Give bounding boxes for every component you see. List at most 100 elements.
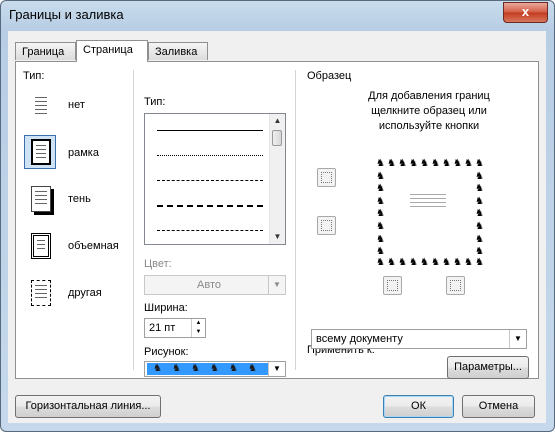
long-dash-line-option[interactable] [157,205,263,207]
border-art-icon: ♞ [376,158,385,169]
line [35,293,47,294]
dash-dot-line-option[interactable] [157,230,263,231]
setting-label: Тип: [23,70,45,82]
art-label: Рисунок: [144,346,189,358]
color-combo[interactable]: Авто ▼ [144,275,286,295]
custom-setting-icon[interactable] [24,276,56,310]
scroll-up-icon[interactable]: ▲ [270,114,285,128]
dashed-line-option[interactable] [157,180,263,181]
art-figure-icon: ♞ [229,363,238,374]
border-art-icon: ♞ [420,257,429,268]
border-art-icon: ♞ [376,221,385,232]
border-art-icon: ♞ [409,257,418,268]
apply-to-value: всему документу [316,333,403,345]
line-style-scrollbar[interactable]: ▲ ▼ [269,114,285,244]
ok-button[interactable]: ОК [383,395,454,418]
left-border-button[interactable] [383,276,402,295]
spin-arrows[interactable]: ▲ ▼ [191,319,205,337]
border-art-icon: ♞ [387,158,396,169]
3d-setting-icon[interactable] [24,229,56,263]
options-button[interactable]: Параметры... [447,356,529,379]
border-art-icon: ♞ [442,257,451,268]
preview-text-block [410,191,446,213]
border-art-icon: ♞ [431,158,440,169]
box-setting-icon[interactable] [24,135,56,169]
line [35,105,47,106]
spin-down-icon[interactable]: ▼ [192,328,205,337]
apply-to-combo[interactable]: всему документу ▼ [311,329,527,349]
border-art-icon: ♞ [475,208,484,220]
border-art-icon: ♞ [376,195,385,207]
border-art-icon: ♞ [475,221,484,232]
style-label: Тип: [144,96,166,108]
line [35,285,47,286]
line [37,248,45,249]
dotted-line-option[interactable] [157,155,263,156]
tab-label: Заливка [155,46,198,58]
width-label: Ширина: [144,302,188,314]
close-button[interactable]: x [503,2,548,23]
dialog-client: Граница Страница Заливка Тип: нет рамка … [8,31,546,423]
tab-border[interactable]: Граница [15,42,76,60]
border-art-icon: ♞ [475,158,484,169]
preview-text-line [410,194,446,195]
line [35,195,47,196]
tab-shading[interactable]: Заливка [148,42,208,60]
border-art-icon: ♞ [376,233,385,245]
setting-3d-label: объемная [68,240,119,252]
close-icon: x [521,4,530,19]
right-border-button[interactable] [446,276,465,295]
solid-line-option[interactable] [157,130,263,131]
options-button-label: Параметры... [454,361,522,373]
line [35,203,47,204]
border-art-icon: ♞ [420,158,429,169]
border-art-icon: ♞ [376,170,385,182]
width-value: 21 пт [149,322,176,334]
art-figure-icon: ♞ [172,363,181,374]
border-art-icon: ♞ [398,257,407,268]
border-art-icon: ♞ [376,183,385,195]
art-figure-icon: ♞ [210,363,219,374]
border-art-icon: ♞ [409,158,418,169]
tab-label: Страница [83,44,133,56]
border-art-icon: ♞ [431,257,440,268]
tab-page-border[interactable]: Страница [76,40,148,62]
tab-label: Граница [22,46,65,58]
width-spinner[interactable]: 21 пт ▲ ▼ [144,318,206,338]
border-art-icon: ♞ [475,170,484,182]
horizontal-line-button[interactable]: Горизонтальная линия... [15,395,161,418]
art-combo[interactable]: ♞ ♞ ♞ ♞ ♞ ♞ ▼ [144,361,286,377]
line [35,109,47,110]
none-setting-icon[interactable] [24,88,56,122]
art-figure-icon: ♞ [248,363,257,374]
scroll-down-icon[interactable]: ▼ [270,230,285,244]
column-divider [133,70,134,370]
preview-text-line [410,202,446,203]
line [35,113,47,114]
left-border-icon [387,280,398,291]
bottom-border-button[interactable] [317,216,336,235]
setting-box-label: рамка [68,147,99,159]
preview-page[interactable]: ♞ ♞ ♞ ♞ ♞ ♞ ♞ ♞ ♞ ♞ ♞ ♞ ♞ ♞ ♞ ♞ ♞ ♞ ♞ ♞ ♞ ♞ ♞ ♞ ♞ ♞ ♞ ♞ ♞ ♞ ♞ ♞ ♞ ♞ [372,155,484,273]
title-bar[interactable]: Границы и заливка x [1,1,554,31]
top-border-button[interactable] [317,168,336,187]
line [35,289,47,290]
preview-text-line [410,206,446,207]
dialog-window: Границы и заливка x Граница Страница Зал… [0,0,555,432]
chevron-down-icon[interactable]: ▼ [268,362,285,376]
cancel-button[interactable]: Отмена [462,395,535,418]
shadow-setting-icon[interactable] [24,182,56,216]
preview-label: Образец [307,70,352,82]
scroll-thumb[interactable] [272,130,282,146]
border-art-icon: ♞ [464,158,473,169]
bottom-border-icon [321,220,332,231]
setting-none-label: нет [68,99,85,111]
chevron-down-icon[interactable]: ▼ [509,330,526,348]
chevron-down-icon[interactable]: ▼ [268,276,285,294]
ok-label: ОК [411,400,426,412]
border-art-icon: ♞ [475,233,484,245]
line-style-list[interactable]: ▲ ▼ [144,113,286,245]
right-border-icon [450,280,461,291]
page-thumbnail [31,280,51,306]
spin-up-icon[interactable]: ▲ [192,319,205,328]
